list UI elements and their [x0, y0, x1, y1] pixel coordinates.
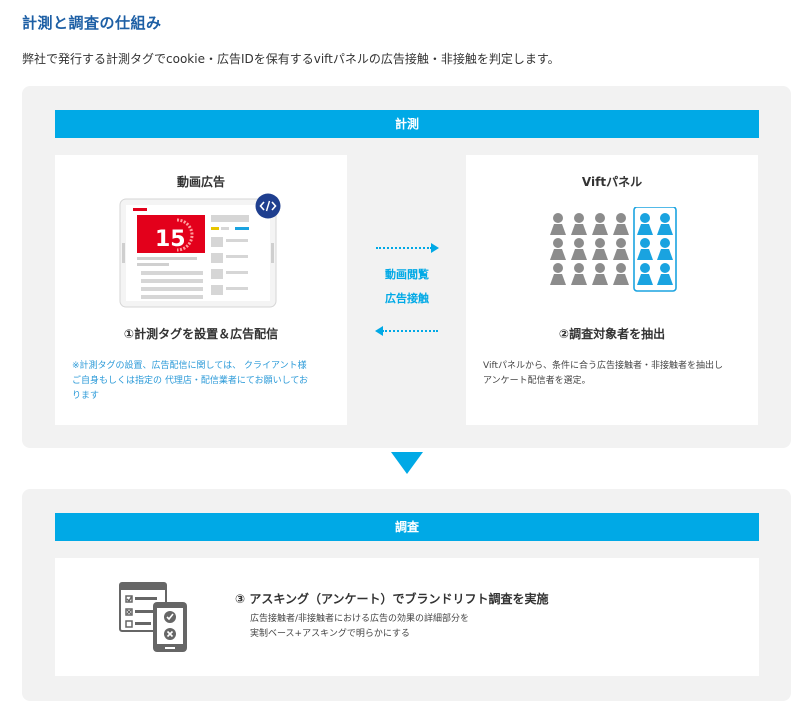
- survey-panel: 調査 ③ アスキング（アンケート）でブランドリフト調査を実施 広告接触者/非接触…: [22, 489, 791, 701]
- step3-label: ③ アスキング（アンケート）でブランドリフト調査を実施: [235, 592, 549, 606]
- arrow-left-line: [382, 330, 438, 332]
- survey-card: ③ アスキング（アンケート）でブランドリフト調査を実施 広告接触者/非接触者にお…: [55, 558, 759, 676]
- panel-people-icon: [550, 207, 677, 292]
- step1-note: ※計測タグの設置、広告配信に関しては、 クライアント様 ご自身もしくは指定の 代…: [72, 361, 309, 401]
- video-ad-card: 動画広告 15 ①計測タグを設置＆広告配信 ※計測タグの設置、広告配信に関しては…: [55, 155, 347, 425]
- survey-bar: 調査: [55, 513, 759, 541]
- vift-panel-card: Viftパネル ②調査対象者を抽出 Viftパネルから、条件に合う広告接触者・非…: [466, 155, 758, 425]
- step1-label: ①計測タグを設置＆広告配信: [123, 327, 279, 341]
- view-label: 動画閲覧: [385, 268, 429, 281]
- measure-bar: 計測: [55, 110, 759, 138]
- arrow-right-line: [376, 247, 432, 249]
- contact-labels: 動画閲覧 広告接触: [347, 263, 467, 311]
- survey-checklist-icon: [119, 582, 187, 652]
- measure-panel: 計測 動画広告 15 ①計測タグを設置＆広告配信 ※計測タグの設置、広告配信に関…: [22, 86, 791, 448]
- step2-desc: Viftパネルから、条件に合う広告接触者・非接触者を抽出し アンケート配信者を選…: [483, 361, 724, 386]
- lead-text: 弊社で発行する計測タグでcookie・広告IDを保有するviftパネルの広告接触…: [22, 52, 560, 66]
- vift-panel-title: Viftパネル: [581, 175, 643, 189]
- page-title: 計測と調査の仕組み: [22, 14, 162, 32]
- video-ad-title: 動画広告: [176, 175, 225, 189]
- contact-label: 広告接触: [385, 292, 429, 305]
- step2-label: ②調査対象者を抽出: [558, 327, 666, 341]
- down-arrow-icon: [391, 452, 423, 474]
- arrow-right-icon: [431, 243, 439, 253]
- step3-desc: 広告接触者/非接触者における広告の効果の詳細部分を 実制ベース+アスキングで明ら…: [250, 614, 470, 639]
- code-tag-icon: [255, 193, 281, 219]
